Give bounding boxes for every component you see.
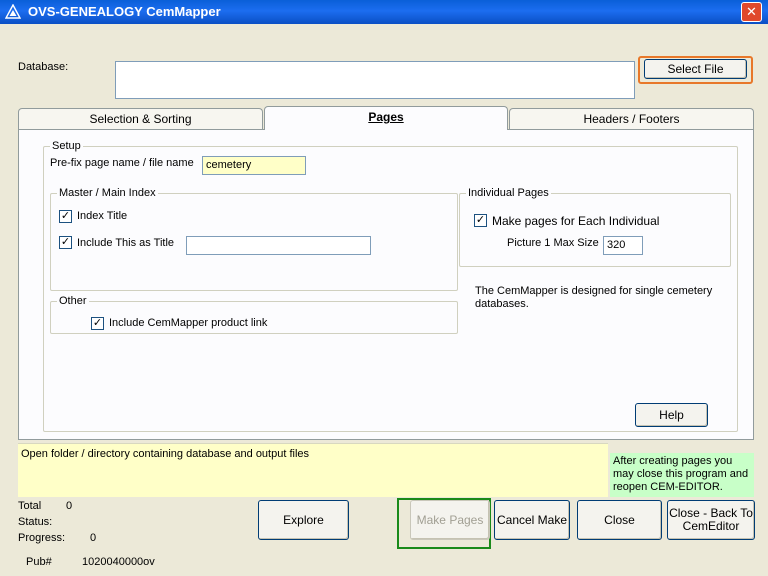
database-label: Database:	[18, 61, 69, 73]
client-area: Database: Select File Selection & Sortin…	[3, 24, 765, 573]
app-icon	[5, 4, 21, 19]
close-back-to-cemeditor-button[interactable]: Close - Back To CemEditor	[667, 500, 755, 540]
explore-button[interactable]: Explore	[258, 500, 349, 540]
include-title-input[interactable]	[186, 236, 371, 255]
tab-pages[interactable]: Pages	[264, 106, 508, 130]
pub-value: 1020040000ov	[82, 556, 155, 568]
individual-pages-legend: Individual Pages	[466, 187, 551, 199]
total-value: 0	[66, 500, 73, 512]
tab-selection-sorting[interactable]: Selection & Sorting	[18, 108, 263, 129]
pub-label: Pub#	[26, 556, 52, 568]
status-message: Open folder / directory containing datab…	[18, 443, 608, 497]
prefix-input[interactable]: cemetery	[202, 156, 306, 175]
make-pages-individual-label: Make pages for Each Individual	[492, 214, 660, 228]
picture-max-size-input[interactable]: 320	[603, 236, 643, 255]
individual-pages-group: Individual Pages	[459, 187, 731, 267]
database-path-field[interactable]	[115, 61, 635, 99]
close-button[interactable]: Close	[577, 500, 662, 540]
info-text: The CemMapper is designed for single cem…	[475, 285, 713, 310]
pages-tab-panel: Setup Pre-fix page name / file name ceme…	[18, 129, 754, 440]
include-title-checkbox[interactable]: ✓	[59, 236, 72, 249]
progress-label: Progress:	[18, 532, 66, 544]
help-button[interactable]: Help	[635, 403, 708, 427]
include-title-label: Include This as Title	[77, 237, 175, 249]
picture-max-size-label: Picture 1 Max Size	[507, 237, 599, 249]
product-link-label: Include CemMapper product link	[109, 317, 268, 329]
title-bar[interactable]: OVS-GENEALOGY CemMapper ✕	[0, 0, 768, 24]
master-index-legend: Master / Main Index	[57, 187, 158, 199]
window-title: OVS-GENEALOGY CemMapper	[28, 4, 221, 19]
prefix-label: Pre-fix page name / file name	[50, 157, 194, 169]
cancel-make-button[interactable]: Cancel Make	[494, 500, 570, 540]
total-label: Total	[18, 500, 42, 512]
make-pages-individual-checkbox[interactable]: ✓	[474, 214, 487, 227]
make-pages-button[interactable]: Make Pages	[410, 500, 490, 540]
status-label: Status:	[18, 516, 53, 528]
product-link-checkbox[interactable]: ✓	[91, 317, 104, 330]
tip-box: After creating pages you may close this …	[610, 453, 754, 497]
close-window-icon[interactable]: ✕	[741, 2, 762, 22]
select-file-button[interactable]: Select File	[644, 59, 747, 79]
index-title-label: Index Title	[77, 210, 128, 222]
other-legend: Other	[57, 295, 89, 307]
progress-value: 0	[90, 532, 97, 544]
setup-legend: Setup	[50, 140, 83, 152]
tab-headers-footers[interactable]: Headers / Footers	[509, 108, 754, 129]
app-window: OVS-GENEALOGY CemMapper ✕ Database: Sele…	[0, 0, 768, 576]
index-title-checkbox[interactable]: ✓	[59, 210, 72, 223]
